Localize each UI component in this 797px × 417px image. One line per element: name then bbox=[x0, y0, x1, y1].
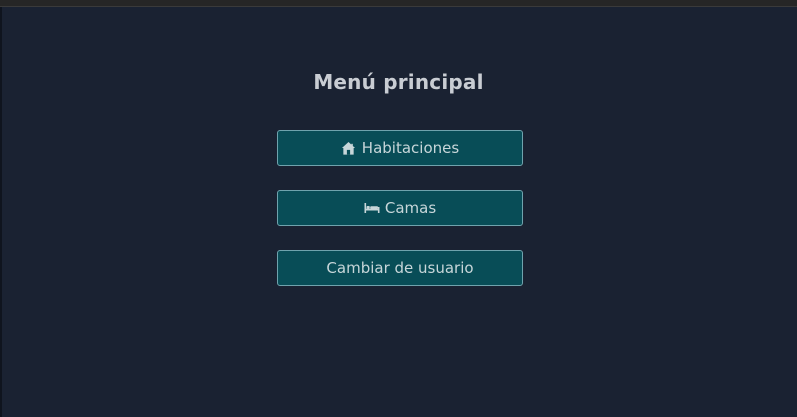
app-window: Menú principal Habitaciones Camas Cambia… bbox=[0, 0, 797, 417]
window-top-bar bbox=[0, 0, 797, 7]
window-left-edge bbox=[0, 7, 2, 417]
camas-button[interactable]: Camas bbox=[277, 190, 523, 226]
page-title: Menú principal bbox=[313, 70, 484, 94]
habitaciones-label: Habitaciones bbox=[361, 139, 460, 157]
habitaciones-button[interactable]: Habitaciones bbox=[277, 130, 523, 166]
cambiar-usuario-button[interactable]: Cambiar de usuario bbox=[277, 250, 523, 286]
house-icon bbox=[341, 140, 357, 156]
camas-label: Camas bbox=[384, 199, 437, 217]
bed-icon bbox=[364, 200, 380, 216]
cambiar-usuario-label: Cambiar de usuario bbox=[326, 259, 474, 277]
